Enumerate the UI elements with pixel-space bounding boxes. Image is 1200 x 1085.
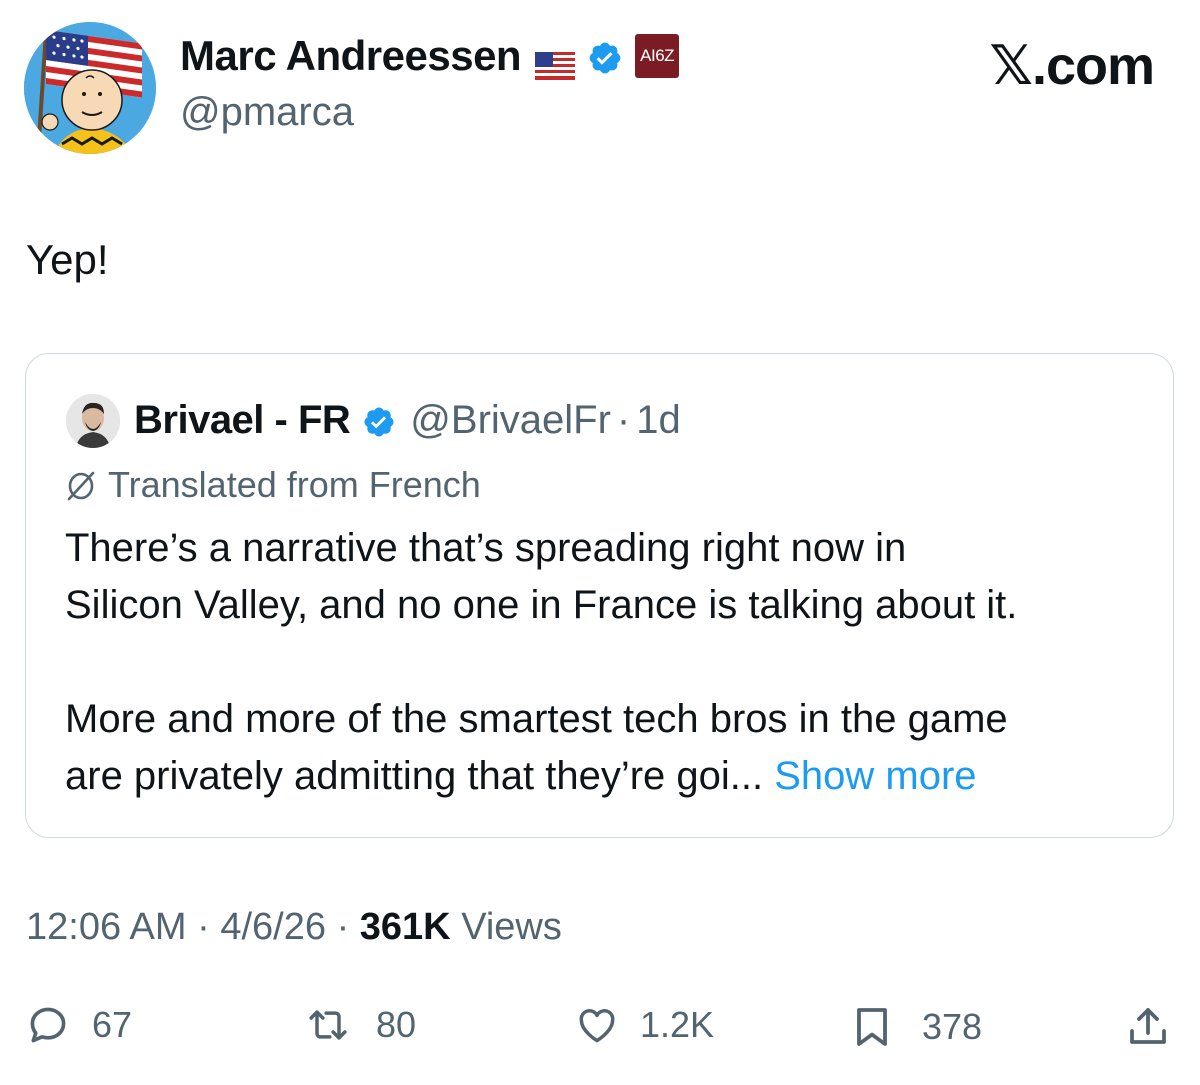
quote-text-line: Silicon Valley, and no one in France is …: [65, 583, 1018, 627]
bookmark-count: 378: [922, 1006, 983, 1047]
repost-button[interactable]: 80: [298, 1003, 416, 1047]
quoted-tweet-card[interactable]: Brivael - FR @BrivaelFr · 1d Translated …: [25, 353, 1174, 838]
quote-text-line-last: are privately admitting that they’re goi…: [65, 748, 1155, 805]
separator-dot: ·: [336, 906, 350, 948]
tweet-text: Yep!: [26, 236, 109, 283]
verified-badge-icon[interactable]: [587, 38, 623, 74]
charlie-brown-flag-avatar-icon: [24, 22, 156, 154]
reply-count: 67: [92, 1004, 133, 1045]
person-portrait-icon: [66, 394, 120, 448]
a16z-affiliate-badge[interactable]: AI6Z: [635, 34, 680, 78]
author-handle[interactable]: @pmarca: [180, 90, 354, 135]
repost-count: 80: [376, 1004, 417, 1045]
separator-dot: ·: [197, 906, 210, 948]
x-com-brand: 𝕏 .com: [989, 34, 1155, 97]
views-count: 361K: [359, 906, 451, 948]
reply-icon: [30, 1007, 66, 1043]
heart-icon: [579, 1009, 615, 1043]
separator-dot: ·: [616, 398, 631, 442]
show-more-link[interactable]: Show more: [774, 754, 976, 798]
share-icon: [1130, 1008, 1166, 1044]
repost-icon: [309, 1010, 347, 1040]
views-label: Views: [461, 906, 562, 948]
us-flag-icon: [535, 42, 576, 80]
verified-badge-icon[interactable]: [362, 404, 396, 438]
quote-text-line: There’s a narrative that’s spreading rig…: [65, 526, 907, 570]
brand-domain: .com: [1031, 35, 1155, 96]
author-name-row: Marc Andreessen AI6Z: [180, 32, 680, 80]
bookmark-button[interactable]: 378: [848, 1003, 982, 1051]
bookmark-icon: [857, 1008, 887, 1046]
tweet-date[interactable]: 4/6/26: [220, 906, 326, 948]
translate-icon: [64, 468, 98, 502]
author-name[interactable]: Marc Andreessen: [180, 32, 522, 80]
share-button[interactable]: [1124, 1003, 1172, 1051]
x-logo-icon: 𝕏: [989, 34, 1033, 97]
quote-header: Brivael - FR @BrivaelFr · 1d: [134, 398, 681, 443]
translation-notice[interactable]: Translated from French: [64, 464, 481, 506]
tweet-time[interactable]: 12:06 AM: [26, 906, 187, 948]
quote-author-handle[interactable]: @BrivaelFr: [410, 398, 611, 443]
author-avatar[interactable]: [24, 22, 156, 154]
quote-text-truncated: are privately admitting that they’re goi…: [65, 754, 764, 798]
reply-button[interactable]: 67: [26, 1003, 132, 1047]
like-count: 1.2K: [640, 1004, 715, 1045]
like-button[interactable]: 1.2K: [572, 1003, 714, 1047]
quote-author-name[interactable]: Brivael - FR: [134, 398, 351, 443]
quote-body: There’s a narrative that’s spreading rig…: [65, 520, 1155, 805]
quote-text-line: More and more of the smartest tech bros …: [65, 697, 1008, 741]
translation-label: Translated from French: [108, 464, 481, 505]
quote-timestamp[interactable]: 1d: [636, 398, 681, 443]
quote-author-avatar[interactable]: [66, 394, 120, 448]
tweet-meta: 12:06 AM · 4/6/26 · 361K Views: [26, 906, 562, 949]
